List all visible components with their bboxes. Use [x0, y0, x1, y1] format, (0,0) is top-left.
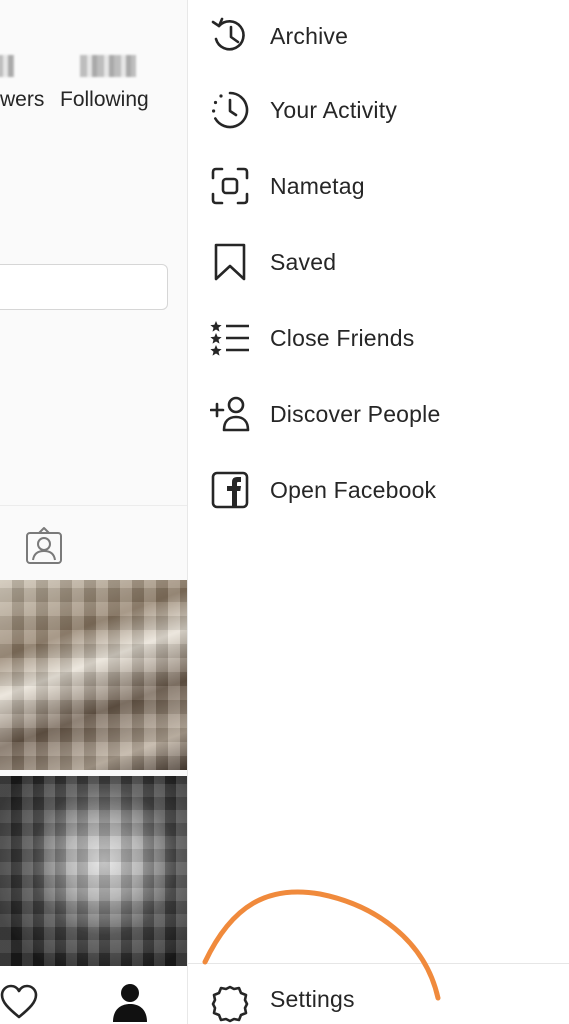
- menu-item-open-facebook[interactable]: Open Facebook: [188, 454, 569, 526]
- menu-label-discover-people: Discover People: [270, 400, 441, 427]
- menu-item-settings[interactable]: Settings: [188, 966, 569, 1024]
- gear-icon: [210, 984, 250, 1024]
- menu-item-discover-people[interactable]: Discover People: [188, 378, 569, 450]
- menu-label-nametag: Nametag: [270, 172, 365, 199]
- tagged-photos-tab[interactable]: [24, 526, 64, 566]
- followers-count-blurred: [0, 55, 14, 77]
- following-count-blurred: [80, 55, 136, 77]
- menu-item-archive[interactable]: Archive: [188, 0, 569, 72]
- close-friends-icon: [210, 318, 250, 358]
- following-label[interactable]: Following: [60, 88, 149, 112]
- activity-heart-icon[interactable]: [0, 984, 38, 1020]
- archive-icon: [210, 16, 250, 56]
- menu-label-settings: Settings: [270, 986, 355, 1012]
- menu-label-close-friends: Close Friends: [270, 324, 415, 351]
- settings-divider: [188, 963, 569, 964]
- side-drawer: Archive Your Activity Nametag Saved Clos…: [188, 0, 569, 1024]
- add-person-icon: [210, 394, 250, 434]
- profile-nav-icon[interactable]: [110, 982, 150, 1022]
- profile-page: wers Following: [0, 0, 187, 1024]
- grid-photo-blurred[interactable]: [0, 776, 187, 966]
- menu-label-saved: Saved: [270, 248, 337, 275]
- edit-profile-button[interactable]: [0, 264, 168, 310]
- tagged-person-icon: [26, 527, 62, 564]
- nametag-icon: [210, 166, 250, 206]
- menu-item-nametag[interactable]: Nametag: [188, 150, 569, 222]
- menu-label-open-facebook: Open Facebook: [270, 476, 437, 503]
- followers-label[interactable]: wers: [0, 88, 44, 112]
- bookmark-icon: [210, 242, 250, 282]
- menu-item-saved[interactable]: Saved: [188, 226, 569, 298]
- activity-icon: [210, 90, 250, 130]
- menu-label-archive: Archive: [270, 22, 349, 49]
- menu-label-your-activity: Your Activity: [270, 96, 398, 123]
- menu-item-close-friends[interactable]: Close Friends: [188, 302, 569, 374]
- facebook-icon: [210, 470, 250, 510]
- menu-item-your-activity[interactable]: Your Activity: [188, 74, 569, 146]
- grid-photo-blurred[interactable]: [0, 580, 187, 770]
- profile-tabs-divider: [0, 505, 187, 506]
